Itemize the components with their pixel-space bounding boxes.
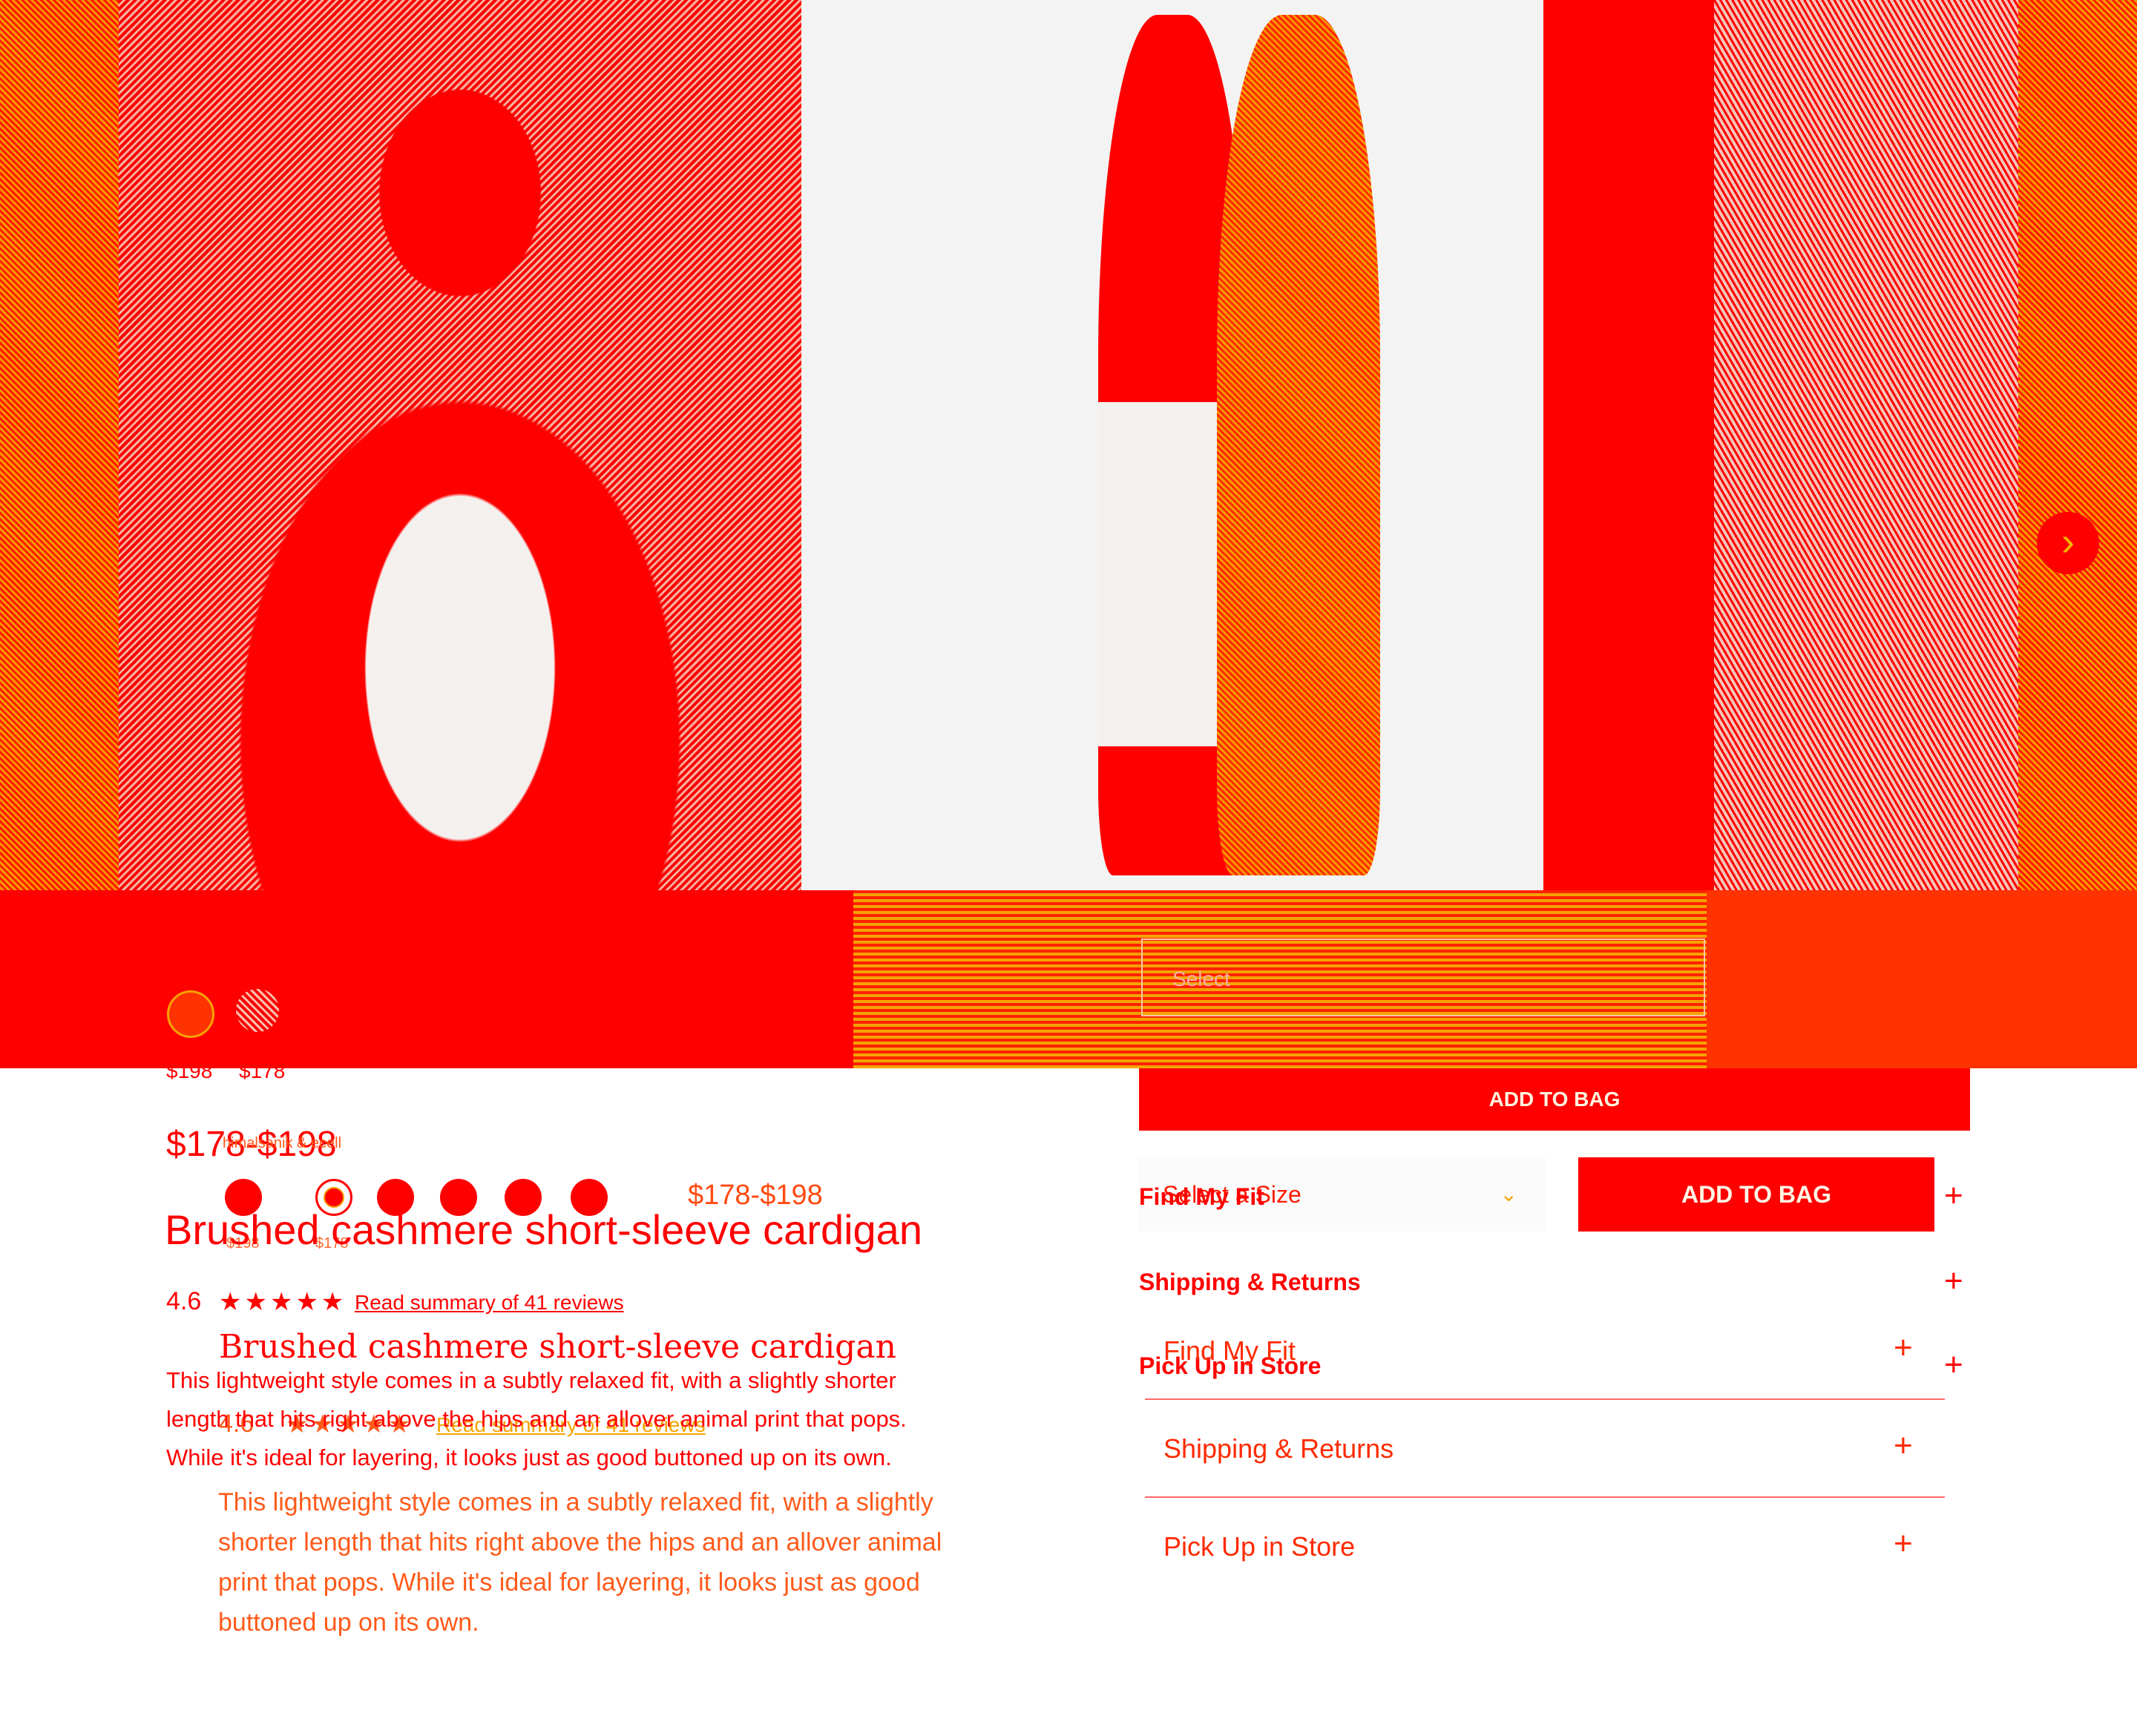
- product-title: Brushed cashmere short-sleeve cardigan: [165, 1206, 922, 1253]
- plus-icon[interactable]: +: [1894, 1332, 1913, 1364]
- accordion-find-my-fit-echo[interactable]: Find My Fit: [1163, 1335, 1296, 1367]
- accordion-divider: [1145, 1496, 1945, 1498]
- chevron-right-icon: ›: [2061, 519, 2075, 564]
- product-title-serif: Brushed cashmere short-sleeve cardigan: [219, 1328, 896, 1366]
- accordion-pick-up-in-store-echo[interactable]: Pick Up in Store: [1163, 1531, 1355, 1562]
- product-description-echo: This lightweight style comes in a subtly…: [218, 1488, 942, 1637]
- accordion-find-my-fit[interactable]: Find My Fit: [1139, 1183, 1264, 1211]
- product-image-full-length[interactable]: [801, 0, 1543, 890]
- swatch-caption: himalsanik & ecell: [223, 1135, 342, 1151]
- color-swatch-small-2[interactable]: [234, 987, 281, 1034]
- chevron-down-icon: ⌄: [1500, 1183, 1517, 1206]
- reviews-link[interactable]: Read summary of 41 reviews: [355, 1291, 624, 1315]
- product-image-detail[interactable]: [1543, 0, 2018, 890]
- product-image-gallery[interactable]: Select ›: [0, 0, 2137, 1068]
- thumbnail-strip: [0, 890, 2137, 1068]
- plus-icon[interactable]: +: [1944, 1180, 1963, 1212]
- plus-icon[interactable]: +: [1894, 1528, 1913, 1560]
- color-swatch-small-1[interactable]: [167, 990, 214, 1038]
- price-sale: $178: [239, 1059, 286, 1082]
- add-to-bag-button-wide[interactable]: ADD TO BAG: [1139, 1068, 1970, 1131]
- add-to-bag-button[interactable]: ADD TO BAG: [1578, 1157, 1934, 1232]
- accordion-divider: [1145, 1398, 1945, 1400]
- product-description: This lightweight style comes in a subtly…: [166, 1367, 907, 1470]
- plus-icon[interactable]: +: [1894, 1430, 1913, 1462]
- rating-stars: ★★★★★: [219, 1288, 347, 1316]
- plus-icon[interactable]: +: [1944, 1265, 1963, 1298]
- model-shadow-figure: [1217, 15, 1380, 875]
- product-image-model-closeup[interactable]: [119, 0, 801, 890]
- accordion-shipping-returns-echo[interactable]: Shipping & Returns: [1163, 1433, 1394, 1464]
- rating-value: 4.6: [166, 1287, 202, 1315]
- size-select-ghost: Select: [1141, 938, 1705, 1016]
- price-original: $198: [166, 1059, 213, 1082]
- gallery-next-button[interactable]: ›: [2037, 512, 2099, 574]
- accordion-shipping-returns[interactable]: Shipping & Returns: [1139, 1269, 1361, 1296]
- plus-icon[interactable]: +: [1944, 1349, 1963, 1381]
